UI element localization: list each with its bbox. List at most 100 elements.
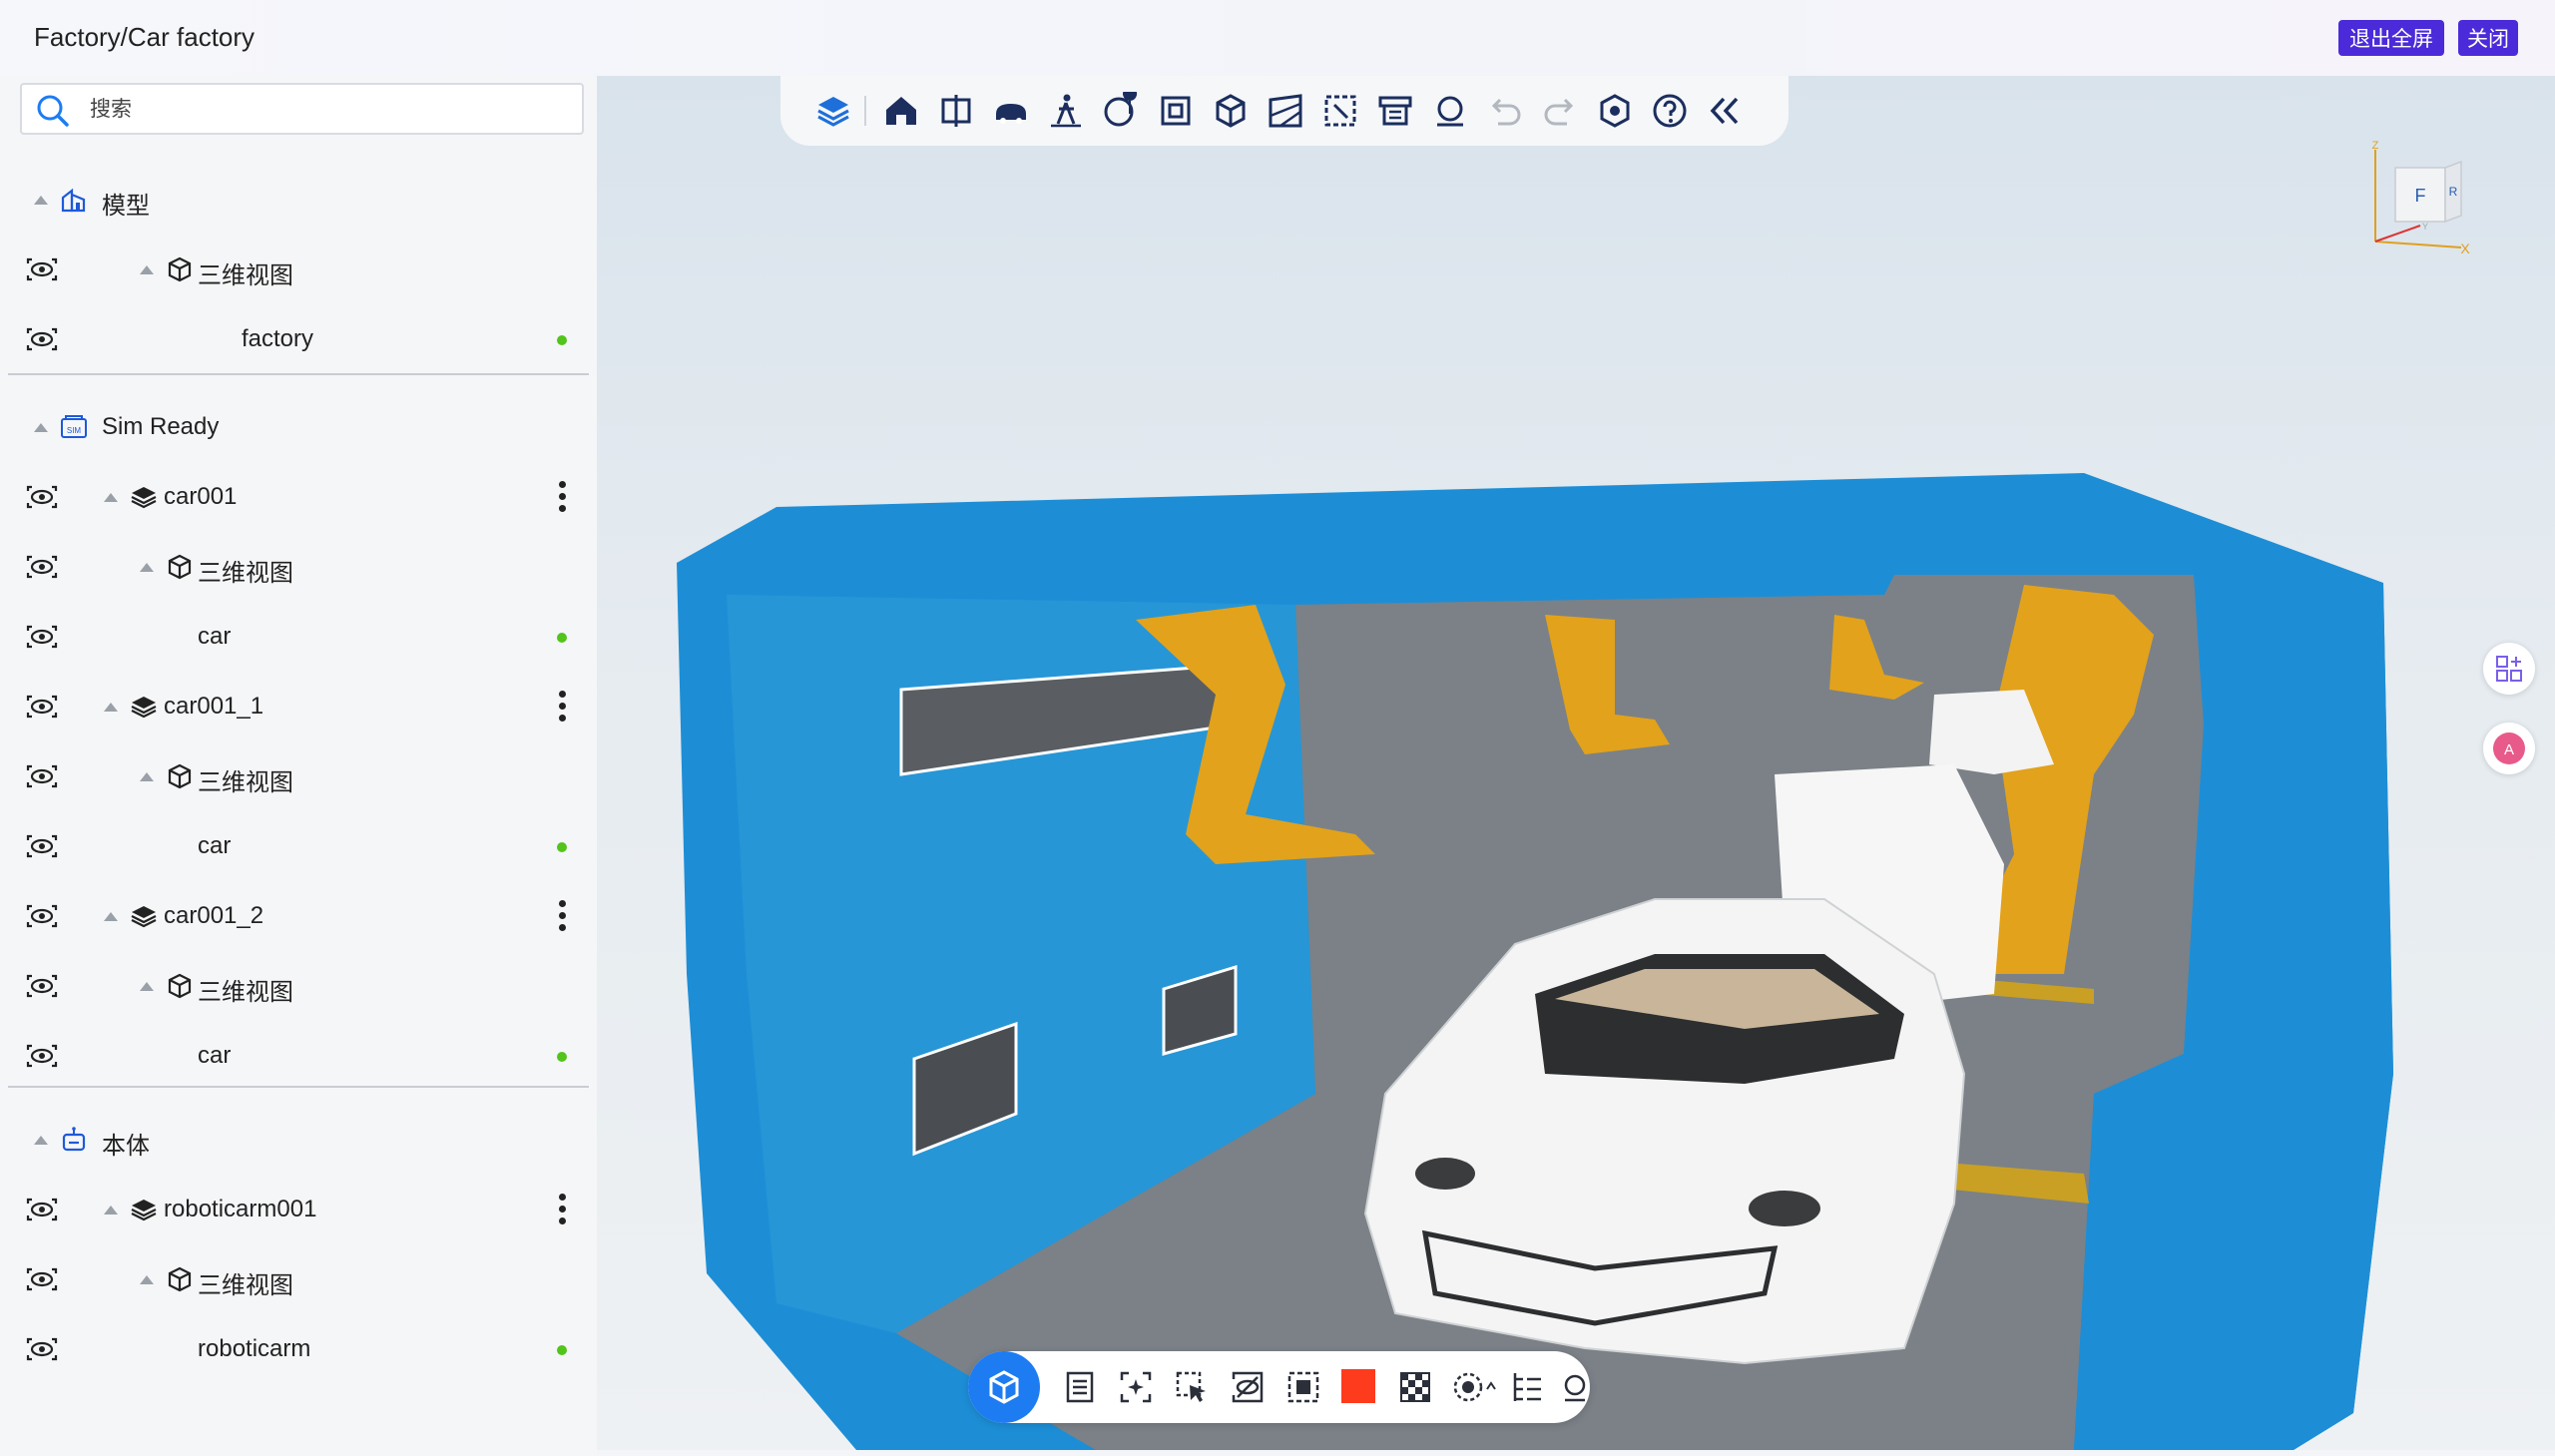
tree-group-sim-ready[interactable]: SIM Sim Ready <box>0 397 597 457</box>
vehicle-icon[interactable] <box>992 92 1030 130</box>
3d-viewport[interactable]: F R Z X Y <box>597 76 2555 1450</box>
list-icon[interactable] <box>1062 1369 1098 1405</box>
divider <box>8 1086 589 1088</box>
tree-item-car001-2-view[interactable]: 三维视图 <box>0 956 597 1016</box>
close-button[interactable]: 关闭 <box>2458 20 2518 56</box>
page-title: Factory/Car factory <box>34 22 256 52</box>
tree-item-factory[interactable]: factory <box>0 309 597 369</box>
reset-icon[interactable] <box>1563 1369 1587 1405</box>
walk-icon[interactable] <box>1047 92 1085 130</box>
checker-icon[interactable] <box>1397 1369 1433 1405</box>
tree-item-model-view[interactable]: 三维视图 <box>0 240 597 299</box>
eye-icon[interactable] <box>26 1267 58 1291</box>
eye-icon[interactable] <box>26 555 58 579</box>
hide-icon[interactable] <box>1230 1369 1266 1405</box>
tree-item-car001[interactable]: car001 <box>0 467 597 527</box>
exit-fullscreen-button[interactable]: 退出全屏 <box>2338 20 2444 56</box>
eye-icon[interactable] <box>26 695 58 719</box>
tree-item-label: car001 <box>164 483 238 510</box>
undo-icon[interactable] <box>1486 92 1524 130</box>
frame-select-icon[interactable] <box>1285 1369 1321 1405</box>
layers-icon <box>131 697 157 719</box>
clear-icon[interactable] <box>1376 92 1414 130</box>
tree-item-car[interactable]: car <box>0 607 597 667</box>
tree-item-label: car <box>198 623 232 650</box>
3d-view-icon <box>168 554 192 580</box>
y-axis-label: Y <box>2422 222 2428 232</box>
tree-icon[interactable] <box>1509 1369 1545 1405</box>
grid-add-icon <box>2496 656 2522 682</box>
eye-icon[interactable] <box>26 1198 58 1221</box>
orbit-icon[interactable] <box>1451 1369 1497 1405</box>
eye-icon[interactable] <box>26 327 58 351</box>
factory-scene[interactable] <box>597 76 2555 1450</box>
collapse-triangle-icon[interactable] <box>34 196 48 205</box>
settings-icon[interactable] <box>1596 92 1634 130</box>
tree-group-body[interactable]: 本体 <box>0 1110 597 1170</box>
home-icon[interactable] <box>882 92 920 130</box>
collapse-triangle-icon[interactable] <box>140 265 154 274</box>
layers-icon[interactable] <box>814 92 852 130</box>
more-options-icon[interactable] <box>555 1192 569 1227</box>
tree-item-roboticarm[interactable]: roboticarm <box>0 1319 597 1379</box>
collapse-triangle-icon[interactable] <box>104 703 118 712</box>
more-options-icon[interactable] <box>555 689 569 725</box>
tree-group-label: Sim Ready <box>102 413 220 440</box>
collapse-triangle-icon[interactable] <box>34 423 48 432</box>
tree-item-car001-view[interactable]: 三维视图 <box>0 537 597 597</box>
fit-view-icon[interactable] <box>1157 92 1195 130</box>
collapse-triangle-icon[interactable] <box>140 1275 154 1284</box>
cube-view-icon[interactable] <box>1212 92 1250 130</box>
redo-icon[interactable] <box>1541 92 1579 130</box>
tree-item-car[interactable]: car <box>0 1026 597 1086</box>
eye-icon[interactable] <box>26 764 58 788</box>
eye-icon[interactable] <box>26 974 58 998</box>
tree-item-label: 三维视图 <box>198 979 293 1006</box>
collapse-triangle-icon[interactable] <box>140 982 154 991</box>
eye-icon[interactable] <box>26 485 58 509</box>
svg-text:A: A <box>2504 741 2514 758</box>
help-icon[interactable] <box>1651 92 1689 130</box>
z-axis-label: Z <box>2372 140 2379 152</box>
collapse-triangle-icon[interactable] <box>34 1136 48 1145</box>
ai-assistant-button[interactable]: A <box>2483 723 2535 774</box>
collapse-icon[interactable] <box>1706 92 1744 130</box>
more-options-icon[interactable] <box>555 479 569 515</box>
eye-icon[interactable] <box>26 834 58 858</box>
eye-icon[interactable] <box>26 257 58 281</box>
select-box-icon[interactable] <box>1321 92 1359 130</box>
tree-item-car001-1[interactable]: car001_1 <box>0 677 597 736</box>
search-box <box>20 83 584 135</box>
add-widget-button[interactable] <box>2483 643 2535 695</box>
eye-icon[interactable] <box>26 1044 58 1068</box>
tree-group-model[interactable]: 模型 <box>0 170 597 230</box>
cube-view-button[interactable] <box>968 1351 1040 1423</box>
navigation-cube[interactable]: F R Z X Y <box>2365 140 2475 259</box>
section-icon[interactable] <box>937 92 975 130</box>
search-input[interactable] <box>90 95 569 125</box>
tree-item-car001-2[interactable]: car001_2 <box>0 886 597 946</box>
tree-item-roboticarm001-view[interactable]: 三维视图 <box>0 1249 597 1309</box>
collapse-triangle-icon[interactable] <box>104 493 118 502</box>
eye-icon[interactable] <box>26 625 58 649</box>
pointer-select-icon[interactable] <box>1174 1369 1210 1405</box>
collapse-triangle-icon[interactable] <box>104 1206 118 1214</box>
rotate-icon[interactable] <box>1431 92 1469 130</box>
eye-icon[interactable] <box>26 904 58 928</box>
more-options-icon[interactable] <box>555 898 569 934</box>
layers-icon <box>131 906 157 928</box>
tree-item-label: 三维视图 <box>198 262 293 289</box>
tree-item-roboticarm001[interactable]: roboticarm001 <box>0 1180 597 1239</box>
color-swatch[interactable] <box>1341 1369 1375 1403</box>
tree-item-car[interactable]: car <box>0 816 597 876</box>
tree-item-car001-1-view[interactable]: 三维视图 <box>0 746 597 806</box>
focus-icon[interactable] <box>1118 1369 1154 1405</box>
collapse-triangle-icon[interactable] <box>140 563 154 572</box>
eye-icon[interactable] <box>26 1337 58 1361</box>
measure-plane-icon[interactable] <box>1267 92 1304 130</box>
collapse-triangle-icon[interactable] <box>104 912 118 921</box>
tree-item-label: roboticarm001 <box>164 1196 317 1222</box>
globe-pin-icon[interactable] <box>1102 92 1140 130</box>
tree-group-label: 本体 <box>102 1133 150 1160</box>
collapse-triangle-icon[interactable] <box>140 772 154 781</box>
